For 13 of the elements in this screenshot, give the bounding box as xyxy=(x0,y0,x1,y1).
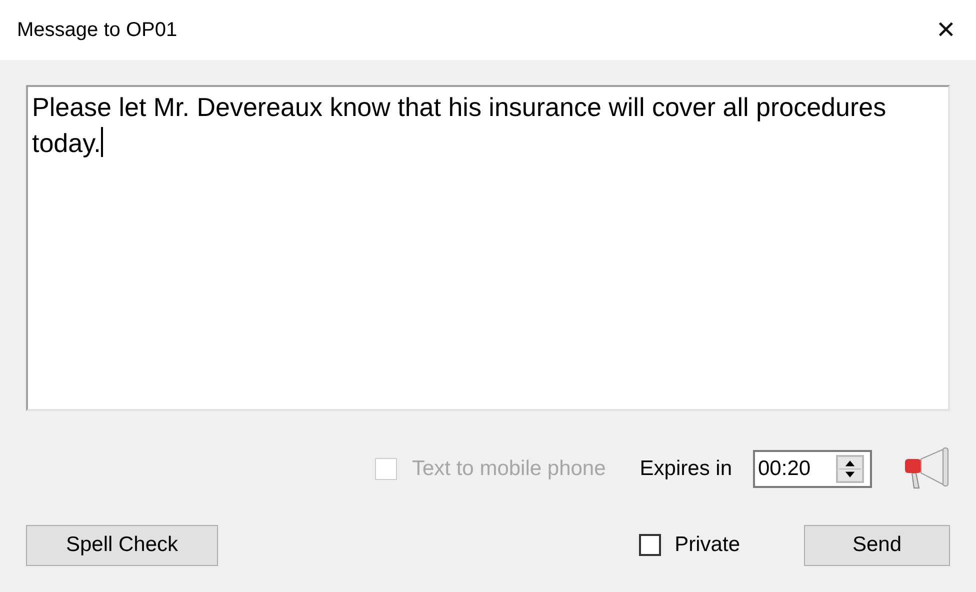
private-label: Private xyxy=(674,533,740,557)
spin-arrows-icon[interactable] xyxy=(836,455,864,483)
window-title: Message to OP01 xyxy=(17,18,178,42)
close-button[interactable]: ✕ xyxy=(932,16,960,44)
private-checkbox[interactable] xyxy=(638,534,661,556)
text-caret xyxy=(100,127,103,157)
spell-check-button[interactable]: Spell Check xyxy=(26,524,218,566)
mobile-label: Text to mobile phone xyxy=(412,457,606,481)
megaphone-icon[interactable] xyxy=(904,447,950,491)
message-field[interactable]: Please let Mr. Devereaux know that his insurance will cover all procedures today. xyxy=(26,85,950,411)
expires-spinner[interactable]: 00:20 xyxy=(753,450,872,488)
expires-label: Expires in xyxy=(640,457,732,481)
send-button[interactable]: Send xyxy=(804,524,950,566)
